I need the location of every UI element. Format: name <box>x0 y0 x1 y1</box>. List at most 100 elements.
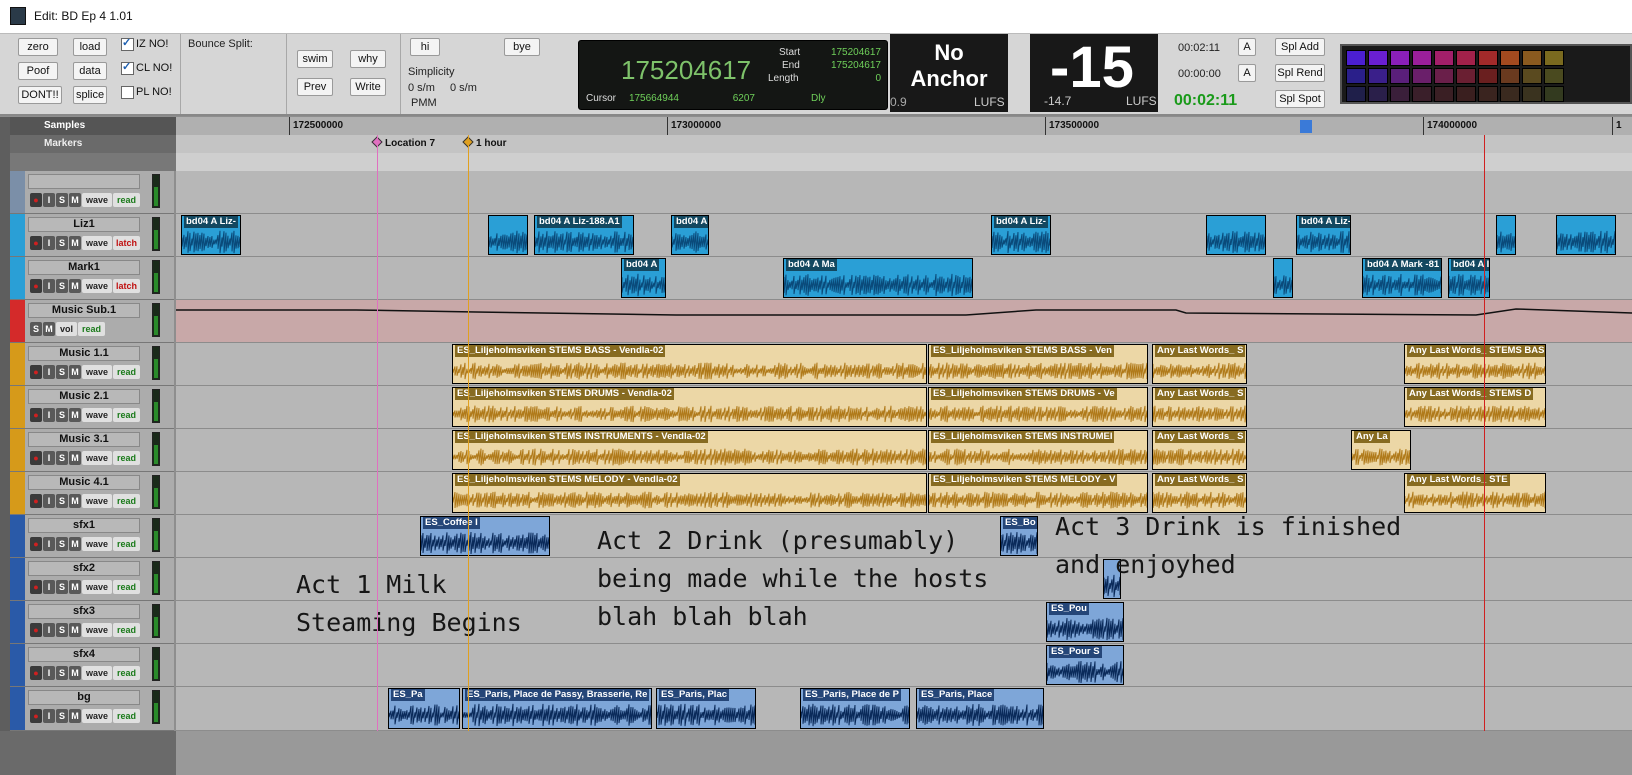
track-header[interactable]: sfx2 ● I S Mwave read <box>10 558 174 601</box>
audio-clip[interactable]: Any Last Words_ S <box>1152 473 1247 513</box>
zero-button[interactable]: zero <box>18 38 58 56</box>
mute-button[interactable]: M <box>69 666 81 680</box>
solo-button[interactable]: S <box>56 666 68 680</box>
palette-swatch[interactable] <box>1412 68 1432 84</box>
palette-swatch[interactable] <box>1390 68 1410 84</box>
view-selector[interactable]: wave <box>82 236 113 250</box>
track-name[interactable]: bg <box>28 690 140 705</box>
input-monitor-button[interactable]: I <box>43 666 55 680</box>
palette-swatch[interactable] <box>1500 86 1520 102</box>
why-button[interactable]: why <box>350 50 386 68</box>
solo-button[interactable]: S <box>56 279 68 293</box>
track-lane[interactable]: ES_Liljeholmsviken STEMS DRUMS - Vendla-… <box>176 386 1632 429</box>
palette-swatch[interactable] <box>1412 86 1432 102</box>
audio-clip[interactable]: bd04 A Liz-188.A1 <box>534 215 634 255</box>
track-name[interactable]: sfx1 <box>28 518 140 533</box>
input-monitor-button[interactable]: I <box>43 279 55 293</box>
solo-button[interactable]: S <box>56 408 68 422</box>
automation-mode[interactable]: read <box>113 193 141 207</box>
track-lane[interactable]: ES_Pour S <box>176 644 1632 687</box>
track-header[interactable]: Music 3.1 ● I S Mwave read <box>10 429 174 472</box>
audio-clip[interactable]: ES_Liljeholmsviken STEMS INSTRUMENTS - V… <box>452 430 927 470</box>
track-header[interactable]: sfx4 ● I S Mwave read <box>10 644 174 687</box>
view-selector[interactable]: wave <box>82 408 113 422</box>
swim-button[interactable]: swim <box>297 50 333 68</box>
audio-clip[interactable]: Any Last Words_ S <box>1152 430 1247 470</box>
audio-clip[interactable]: ES_Pou <box>1046 602 1124 642</box>
palette-swatch[interactable] <box>1522 68 1542 84</box>
input-monitor-button[interactable]: I <box>43 193 55 207</box>
palette-swatch[interactable] <box>1368 50 1388 66</box>
audio-clip[interactable] <box>1273 258 1293 298</box>
mute-button[interactable]: M <box>69 408 81 422</box>
input-monitor-button[interactable]: I <box>43 623 55 637</box>
audio-clip[interactable]: ES_Pa <box>388 688 460 729</box>
automation-mode[interactable]: read <box>113 623 141 637</box>
track-lane[interactable]: ES_Liljeholmsviken STEMS INSTRUMENTS - V… <box>176 429 1632 472</box>
input-monitor-button[interactable]: I <box>43 236 55 250</box>
palette-swatch[interactable] <box>1346 50 1366 66</box>
track-header[interactable]: Music 1.1 ● I S Mwave read <box>10 343 174 386</box>
record-button[interactable]: ● <box>30 193 42 207</box>
record-button[interactable]: ● <box>30 580 42 594</box>
track-name[interactable]: Music 3.1 <box>28 432 140 447</box>
mute-button[interactable]: M <box>43 322 55 336</box>
automation-mode[interactable]: read <box>113 709 141 723</box>
view-selector[interactable]: wave <box>82 365 113 379</box>
spl-spot-button[interactable]: Spl Spot <box>1275 90 1325 108</box>
mute-button[interactable]: M <box>69 193 81 207</box>
solo-button[interactable]: S <box>56 623 68 637</box>
audio-clip[interactable] <box>1556 215 1616 255</box>
track-name[interactable]: Music 4.1 <box>28 475 140 490</box>
record-button[interactable]: ● <box>30 408 42 422</box>
solo-button[interactable]: S <box>30 322 42 336</box>
write-button[interactable]: Write <box>350 78 386 96</box>
palette-swatch[interactable] <box>1390 50 1410 66</box>
palette-swatch[interactable] <box>1456 68 1476 84</box>
solo-button[interactable]: S <box>56 494 68 508</box>
audio-clip[interactable]: bd04 A Liz- <box>181 215 241 255</box>
track-lane[interactable] <box>176 300 1632 343</box>
track-name[interactable]: Music Sub.1 <box>28 303 140 318</box>
automation-mode[interactable]: read <box>113 408 141 422</box>
a1-button[interactable]: A <box>1238 38 1256 56</box>
audio-clip[interactable]: ES_Liljeholmsviken STEMS INSTRUMEI <box>928 430 1148 470</box>
audio-clip[interactable]: ES_Paris, Place de P <box>800 688 910 729</box>
data-button[interactable]: data <box>73 62 107 80</box>
audio-clip[interactable]: Any Last Words_ STE <box>1404 473 1546 513</box>
audio-clip[interactable]: ES_Paris, Place <box>916 688 1044 729</box>
automation-mode[interactable]: latch <box>113 279 141 293</box>
palette-swatch[interactable] <box>1478 86 1498 102</box>
marker-location-7-label[interactable]: Location 7 <box>385 138 435 149</box>
track-name[interactable]: sfx2 <box>28 561 140 576</box>
palette-swatch[interactable] <box>1346 68 1366 84</box>
audio-clip[interactable]: ES_Liljeholmsviken STEMS BASS - Ven <box>928 344 1148 384</box>
track-lane[interactable]: ES_Liljeholmsviken STEMS MELODY - Vendla… <box>176 472 1632 515</box>
track-lane[interactable] <box>176 171 1632 214</box>
audio-clip[interactable]: ES_Liljeholmsviken STEMS MELODY - Vendla… <box>452 473 927 513</box>
record-button[interactable]: ● <box>30 451 42 465</box>
mute-button[interactable]: M <box>69 623 81 637</box>
input-monitor-button[interactable]: I <box>43 580 55 594</box>
mute-button[interactable]: M <box>69 709 81 723</box>
mute-button[interactable]: M <box>69 236 81 250</box>
audio-clip[interactable]: ES_Liljeholmsviken STEMS MELODY - V <box>928 473 1148 513</box>
automation-mode[interactable]: read <box>113 537 141 551</box>
view-selector[interactable]: wave <box>82 451 113 465</box>
automation-mode[interactable]: read <box>113 580 141 594</box>
view-selector[interactable]: wave <box>82 666 113 680</box>
mute-button[interactable]: M <box>69 537 81 551</box>
audio-clip[interactable] <box>488 215 528 255</box>
palette-swatch[interactable] <box>1522 50 1542 66</box>
palette-swatch[interactable] <box>1500 50 1520 66</box>
view-selector[interactable]: wave <box>82 494 113 508</box>
view-selector[interactable]: vol <box>56 322 78 336</box>
input-monitor-button[interactable]: I <box>43 451 55 465</box>
track-header[interactable]: Mark1 ● I S Mwave latch <box>10 257 174 300</box>
audio-clip[interactable]: ES_Pour S <box>1046 645 1124 685</box>
spl-add-button[interactable]: Spl Add <box>1275 38 1325 56</box>
palette-swatch[interactable] <box>1456 50 1476 66</box>
cl-checkbox[interactable]: CL NO! <box>121 60 172 75</box>
track-lane[interactable]: bd04 A Liz-bd04 A Liz-188.A1 bd04 A Liz-b… <box>176 214 1632 257</box>
automation-mode[interactable]: read <box>78 322 106 336</box>
